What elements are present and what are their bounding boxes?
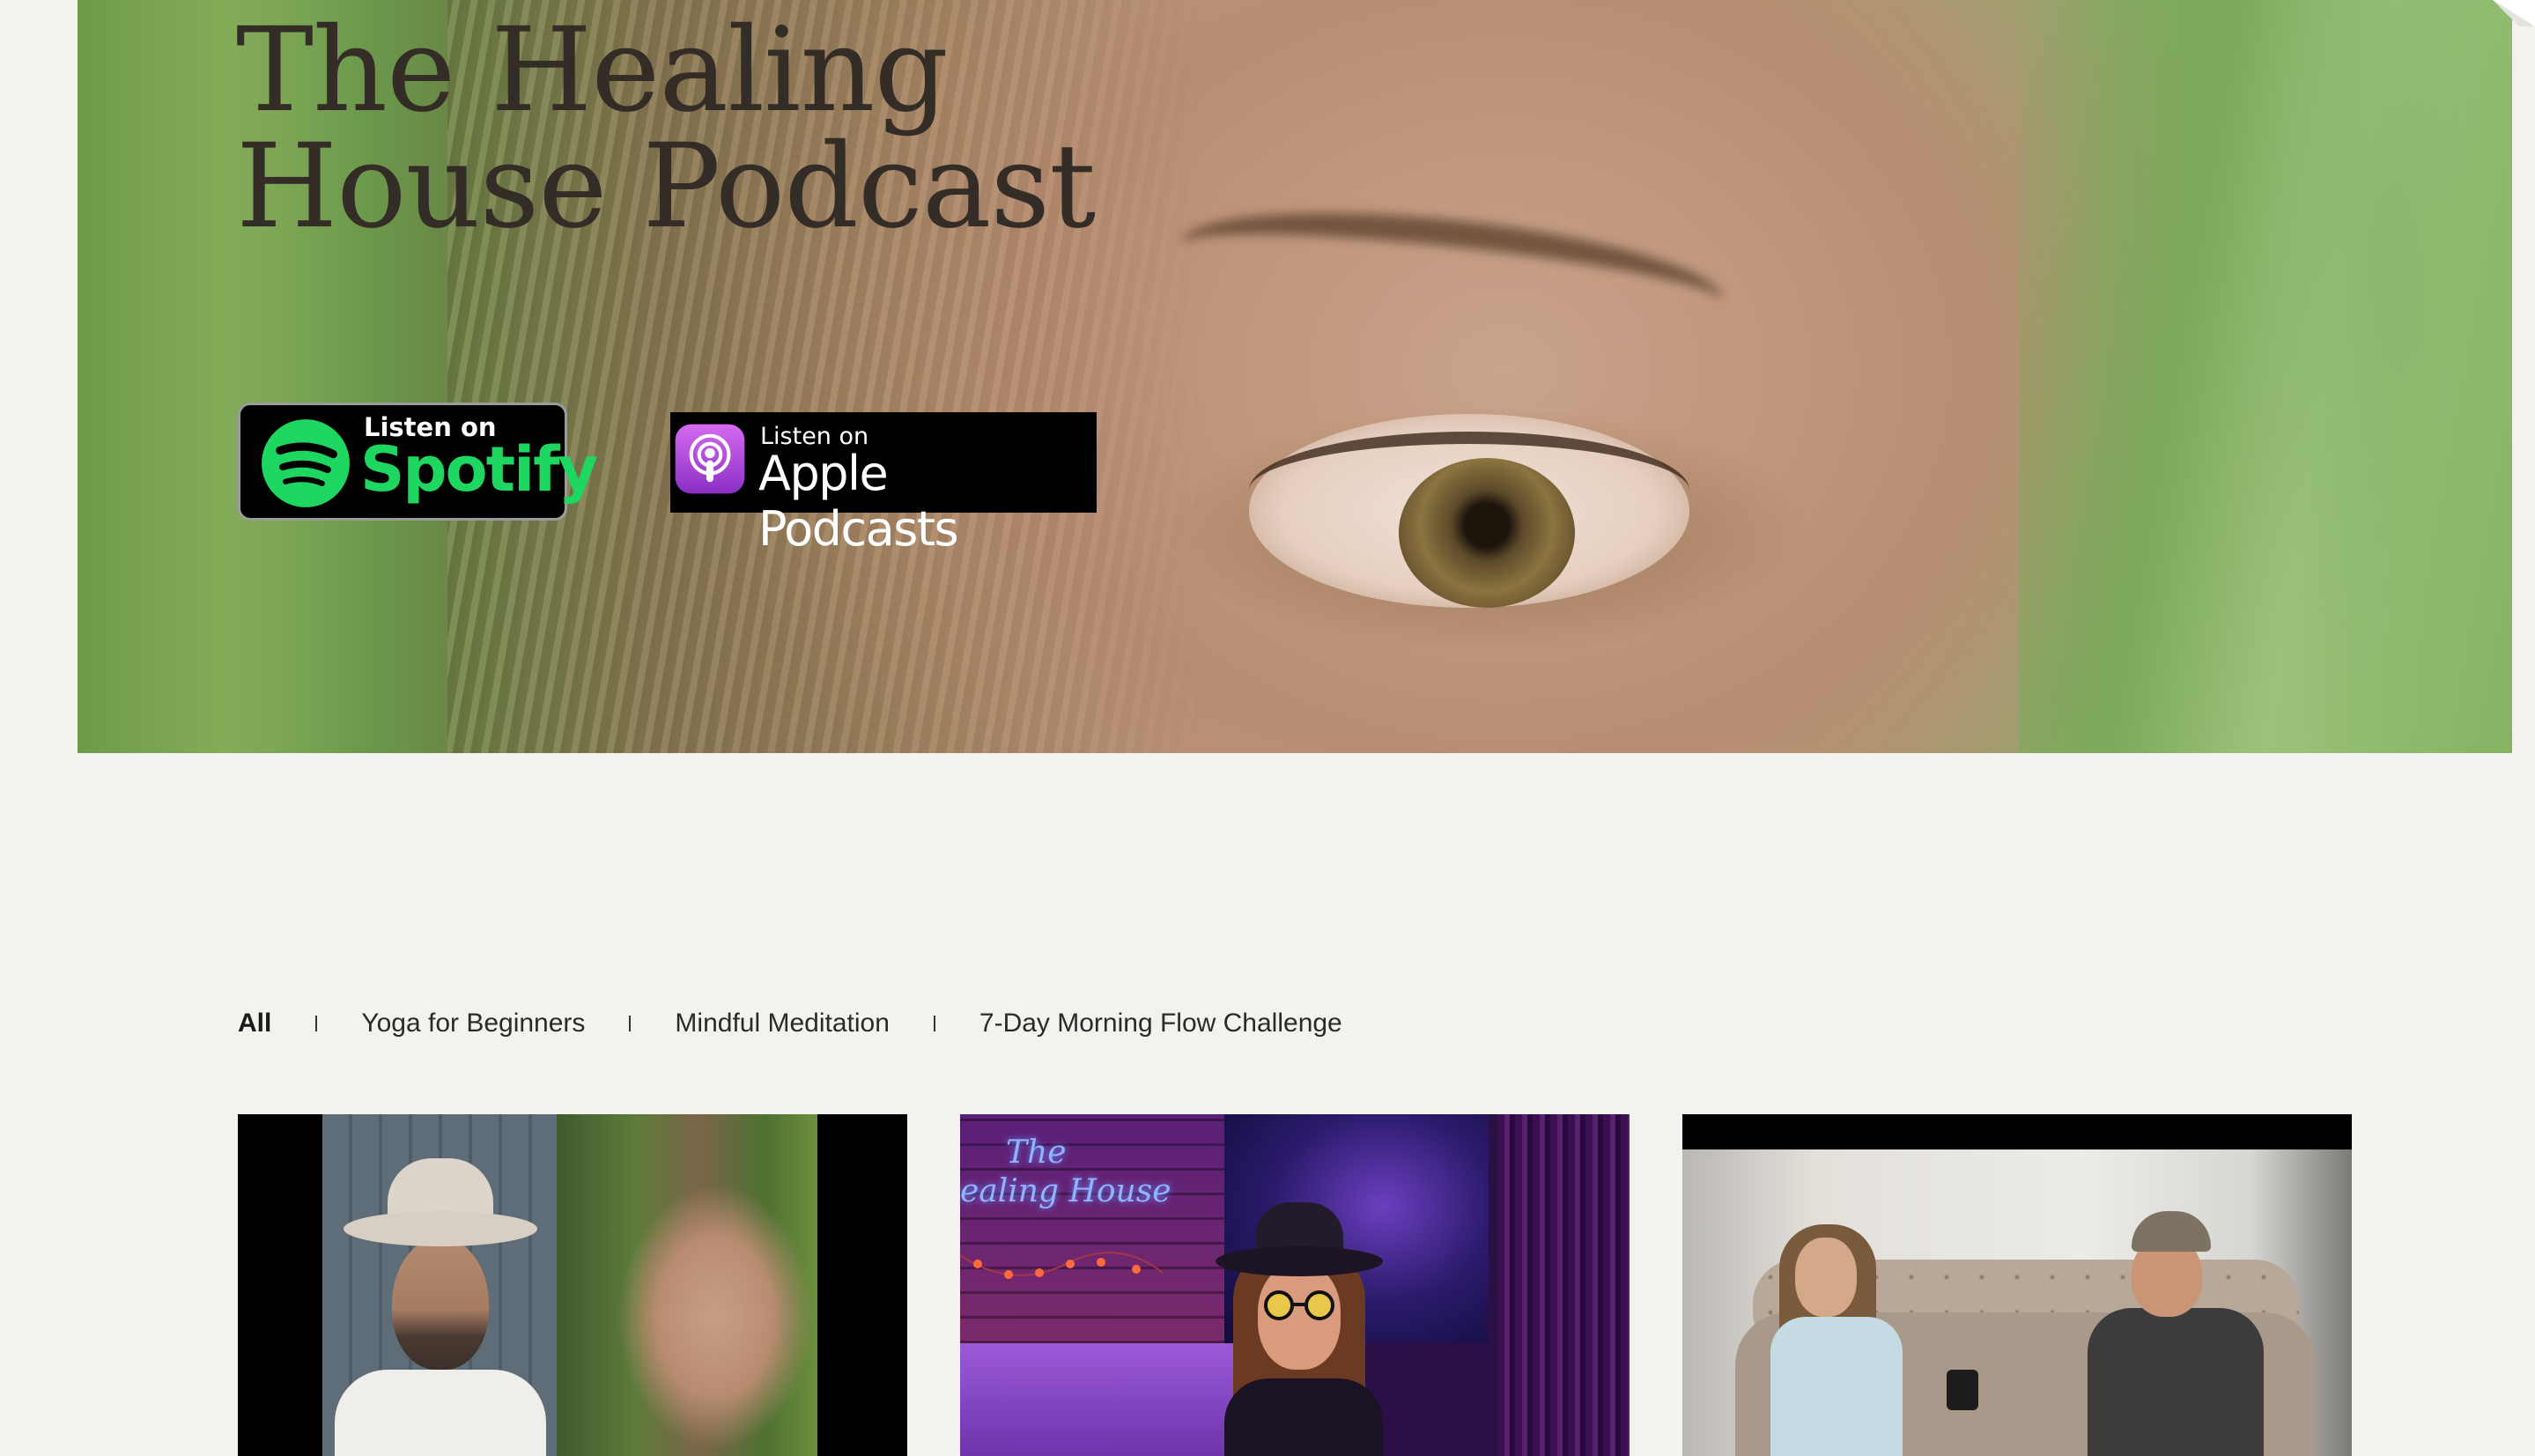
filter-yoga-for-beginners[interactable]: Yoga for Beginners — [361, 1009, 585, 1038]
thumbnail-bookshelf — [1497, 1114, 1630, 1456]
spotify-badge-label: Spotify — [360, 433, 598, 506]
episode-card-thumbnail[interactable]: The ealing House — [960, 1114, 1630, 1456]
filter-7-day-morning-flow-challenge[interactable]: 7-Day Morning Flow Challenge — [979, 1009, 1342, 1038]
filter-divider — [933, 1016, 935, 1031]
page-title: The Healing House Podcast — [236, 12, 1293, 245]
filter-all[interactable]: All — [238, 1009, 271, 1038]
page-title-line1: The Healing — [236, 3, 949, 138]
episode-card-thumbnail[interactable] — [238, 1114, 907, 1456]
episode-card-thumbnail[interactable] — [1682, 1114, 2352, 1456]
filter-mindful-meditation[interactable]: Mindful Meditation — [675, 1009, 889, 1038]
spotify-icon — [262, 419, 350, 507]
neon-sign-line1: The — [1006, 1134, 1067, 1171]
thumbnail-man-shirt — [335, 1370, 546, 1456]
filter-divider — [315, 1016, 318, 1031]
hero-banner: The Healing House Podcast Listen on Spot… — [78, 0, 2512, 753]
string-lights-icon — [960, 1252, 1163, 1279]
mug-icon — [1947, 1370, 1978, 1410]
thumbnail-woman-body — [1770, 1317, 1903, 1456]
thumbnail-portrait-woman — [557, 1114, 817, 1456]
apple-badge-label: Apple Podcasts — [758, 446, 959, 557]
listen-on-spotify-button[interactable]: Listen on Spotify — [238, 403, 598, 521]
thumbnail-man-body — [2088, 1308, 2264, 1456]
thumbnail-character-body — [1224, 1378, 1383, 1456]
category-filter-bar: All Yoga for Beginners Mindful Meditatio… — [238, 1004, 1342, 1043]
thumbnail-man-hat-brim — [344, 1211, 537, 1246]
thumbnail-character-hat-brim — [1216, 1246, 1383, 1276]
neon-sign-line2: ealing House — [960, 1173, 1171, 1209]
hero-image-foliage-right — [2019, 0, 2512, 753]
page-corner-fold-icon — [2493, 0, 2535, 26]
filter-divider — [629, 1016, 632, 1031]
page-title-line2: House Podcast — [236, 119, 1096, 255]
thumbnail-neon-sign: The ealing House — [960, 1134, 1171, 1211]
apple-podcasts-icon — [675, 424, 745, 494]
thumbnail-man-face — [392, 1238, 489, 1370]
sunglasses-icon — [1264, 1290, 1334, 1320]
listen-on-apple-podcasts-button[interactable]: Listen on Apple Podcasts — [670, 412, 1097, 557]
thumbnail-bed — [960, 1343, 1260, 1456]
hero-image-eyelid — [1249, 432, 1689, 550]
thumbnail-woman-face — [1795, 1238, 1857, 1317]
